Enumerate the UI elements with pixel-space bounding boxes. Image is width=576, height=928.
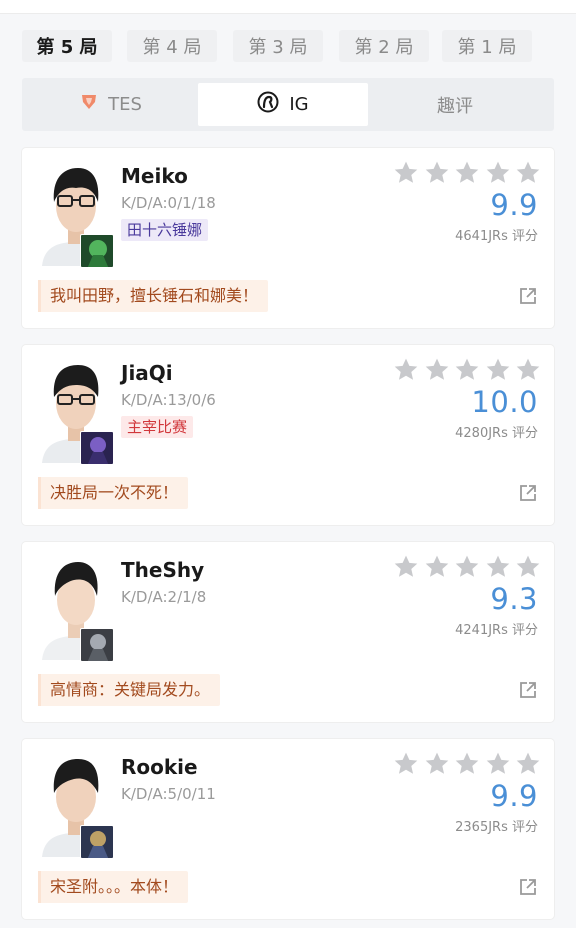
- player-card[interactable]: Meiko K/D/A:0/1/18 田十六锤娜 9.9 4641JRs 评分 …: [22, 148, 554, 328]
- top-comment[interactable]: 宋圣附。。。本体！: [38, 871, 189, 903]
- star-icon[interactable]: [424, 554, 450, 580]
- star-icon[interactable]: [515, 751, 541, 777]
- rating-count: 2365JRs 评分: [455, 820, 538, 835]
- kaisa-champion-icon: [80, 431, 114, 465]
- share-icon[interactable]: [518, 680, 538, 700]
- tab-team-ig-label: IG: [289, 94, 309, 115]
- rating-stars[interactable]: [393, 751, 541, 779]
- player-card[interactable]: TheShy K/D/A:2/1/8 9.3 4241JRs 评分 高情商：关键…: [22, 542, 554, 722]
- top-divider: [0, 0, 576, 14]
- star-icon[interactable]: [393, 751, 419, 777]
- player-kda: K/D/A:2/1/8: [121, 588, 207, 606]
- tab-game-5[interactable]: 第 5 局: [22, 30, 112, 62]
- star-icon[interactable]: [424, 751, 450, 777]
- star-icon[interactable]: [515, 554, 541, 580]
- player-card[interactable]: JiaQi K/D/A:13/0/6 主宰比赛 10.0 4280JRs 评分 …: [22, 345, 554, 525]
- star-icon[interactable]: [454, 160, 480, 186]
- rating-count: 4280JRs 评分: [455, 426, 538, 441]
- star-icon[interactable]: [393, 357, 419, 383]
- tes-logo-icon: [80, 93, 98, 116]
- player-kda: K/D/A:13/0/6: [121, 391, 216, 409]
- share-icon[interactable]: [518, 483, 538, 503]
- star-icon[interactable]: [454, 357, 480, 383]
- champion-icon: [80, 628, 114, 662]
- tab-team-tes-label: TES: [108, 94, 142, 115]
- tab-team-tes[interactable]: TES: [26, 83, 196, 126]
- star-icon[interactable]: [393, 160, 419, 186]
- player-tag: 田十六锤娜: [121, 219, 209, 241]
- top-comment[interactable]: 决胜局一次不死！: [38, 477, 189, 509]
- star-icon[interactable]: [424, 160, 450, 186]
- rating-count: 4241JRs 评分: [455, 623, 538, 638]
- tab-game-1[interactable]: 第 1 局: [442, 30, 532, 62]
- player-score: 9.9: [490, 779, 538, 813]
- star-icon[interactable]: [454, 751, 480, 777]
- star-icon[interactable]: [454, 554, 480, 580]
- game-tabs: 第 5 局 第 4 局 第 3 局 第 2 局 第 1 局: [22, 30, 532, 62]
- rating-stars[interactable]: [393, 357, 541, 385]
- tab-game-3[interactable]: 第 3 局: [233, 30, 323, 62]
- rating-stars[interactable]: [393, 160, 541, 188]
- star-icon[interactable]: [485, 160, 511, 186]
- tab-fun-review[interactable]: 趣评: [370, 83, 540, 126]
- star-icon[interactable]: [485, 554, 511, 580]
- star-icon[interactable]: [485, 357, 511, 383]
- tab-game-2[interactable]: 第 2 局: [339, 30, 429, 62]
- star-icon[interactable]: [485, 751, 511, 777]
- star-icon[interactable]: [424, 357, 450, 383]
- player-score: 9.3: [490, 582, 538, 616]
- tab-team-ig[interactable]: IG: [198, 83, 368, 126]
- tab-game-4[interactable]: 第 4 局: [127, 30, 217, 62]
- champion-icon: [80, 825, 114, 859]
- player-name: Rookie: [121, 755, 198, 779]
- player-score: 10.0: [471, 385, 538, 419]
- ig-logo-icon: [257, 91, 279, 118]
- player-name: JiaQi: [121, 361, 173, 385]
- rating-stars[interactable]: [393, 554, 541, 582]
- team-tabs: TES IG 趣评: [22, 78, 554, 131]
- player-name: Meiko: [121, 164, 188, 188]
- player-kda: K/D/A:0/1/18: [121, 194, 216, 212]
- player-tag: 主宰比赛: [121, 416, 194, 438]
- top-comment[interactable]: 高情商：关键局发力。: [38, 674, 221, 706]
- player-kda: K/D/A:5/0/11: [121, 785, 216, 803]
- player-card[interactable]: Rookie K/D/A:5/0/11 9.9 2365JRs 评分 宋圣附。。…: [22, 739, 554, 919]
- share-icon[interactable]: [518, 877, 538, 897]
- player-score: 9.9: [490, 188, 538, 222]
- top-comment[interactable]: 我叫田野，擅长锤石和娜美！: [38, 280, 269, 312]
- star-icon[interactable]: [515, 357, 541, 383]
- rating-count: 4641JRs 评分: [455, 229, 538, 244]
- share-icon[interactable]: [518, 286, 538, 306]
- star-icon[interactable]: [515, 160, 541, 186]
- star-icon[interactable]: [393, 554, 419, 580]
- thresh-champion-icon: [80, 234, 114, 268]
- player-name: TheShy: [121, 558, 205, 582]
